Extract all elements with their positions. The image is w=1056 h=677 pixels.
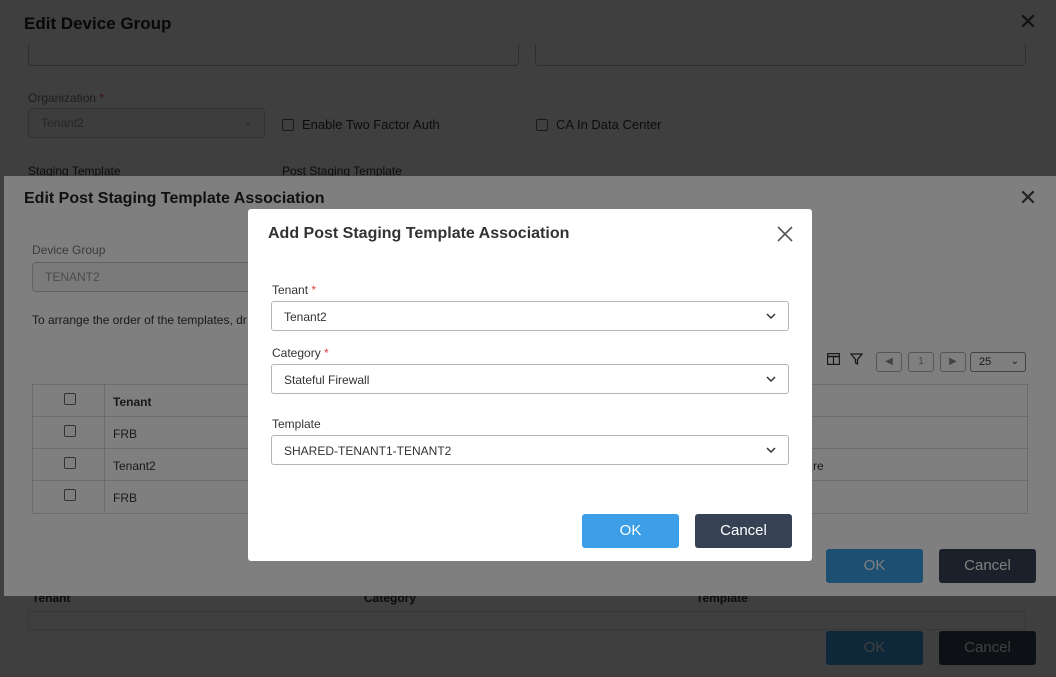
- template-select[interactable]: SHARED-TENANT1-TENANT2: [271, 435, 789, 465]
- add-post-staging-dialog: Add Post Staging Template Association Te…: [248, 209, 812, 561]
- category-select[interactable]: Stateful Firewall: [271, 364, 789, 394]
- tenant-label: Tenant *: [272, 283, 317, 297]
- add-post-staging-title: Add Post Staging Template Association: [268, 225, 570, 242]
- chevron-down-icon: [766, 447, 776, 454]
- category-label: Category *: [272, 346, 329, 360]
- cancel-button[interactable]: Cancel: [695, 514, 792, 548]
- template-label: Template: [272, 417, 321, 431]
- chevron-down-icon: [766, 313, 776, 320]
- chevron-down-icon: [766, 376, 776, 383]
- ok-button[interactable]: OK: [582, 514, 679, 548]
- close-icon[interactable]: [772, 221, 798, 247]
- tenant-select[interactable]: Tenant2: [271, 301, 789, 331]
